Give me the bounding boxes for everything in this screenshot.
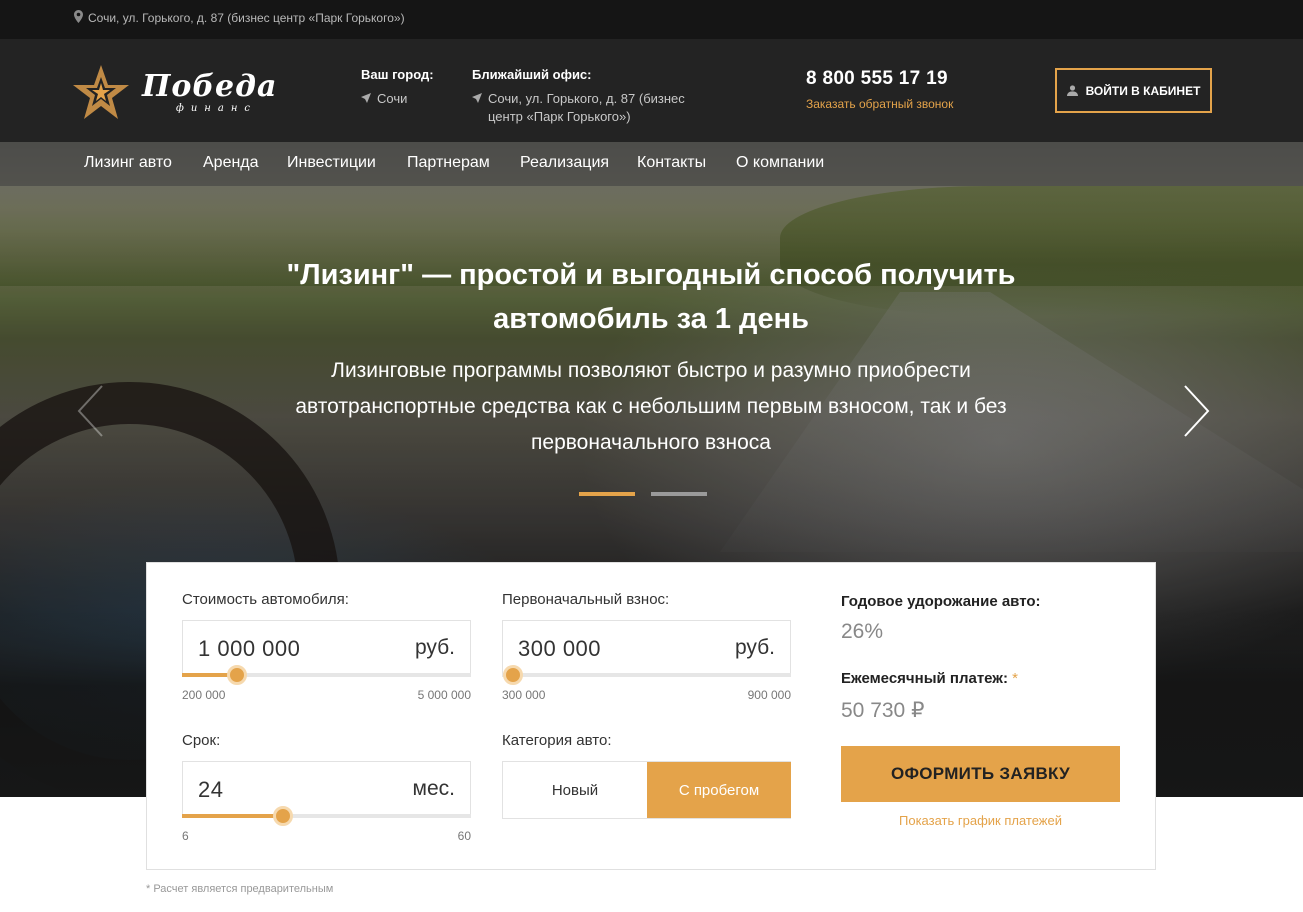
nav-item-leasing[interactable]: Лизинг авто: [84, 154, 172, 172]
monthly-label: Ежемесячный платеж:: [841, 670, 1008, 687]
category-option-new[interactable]: Новый: [503, 762, 647, 818]
cost-label: Стоимость автомобиля:: [182, 591, 349, 608]
hero-subtitle: Лизинговые программы позволяют быстро и …: [295, 359, 1007, 454]
monthly-label-row: Ежемесячный платеж: *: [841, 670, 1018, 687]
nav-item-partners[interactable]: Партнерам: [407, 154, 490, 172]
category-toggle: Новый С пробегом: [502, 761, 791, 819]
term-max: 60: [457, 829, 471, 843]
down-payment-slider[interactable]: [502, 665, 791, 685]
header: Победа финанс Ваш город: Сочи Ближайший …: [0, 39, 1303, 142]
cost-unit: руб.: [414, 636, 455, 659]
office-block: Ближайший офис: Сочи, ул. Горького, д. 8…: [472, 67, 702, 126]
down-payment-max: 900 000: [747, 688, 791, 702]
nav-item-rent[interactable]: Аренда: [203, 154, 259, 172]
payment-schedule-link[interactable]: Показать график платежей: [841, 813, 1120, 828]
nav-item-investments[interactable]: Инвестиции: [287, 154, 376, 172]
appreciation-value: 26%: [841, 620, 884, 643]
logo[interactable]: Победа финанс: [72, 63, 282, 121]
login-cabinet-label: ВОЙТИ В КАБИНЕТ: [1085, 83, 1201, 98]
cost-input[interactable]: 1 000 000 руб.: [182, 620, 471, 676]
navigation-arrow-icon: [361, 93, 371, 103]
city-value: Сочи: [377, 91, 408, 106]
nav-item-sales[interactable]: Реализация: [520, 154, 609, 172]
top-address: Сочи, ул. Горького, д. 87 (бизнес центр …: [74, 10, 405, 25]
term-min: 6: [182, 829, 189, 843]
cost-slider[interactable]: [182, 665, 471, 685]
city-selector[interactable]: Сочи: [361, 90, 434, 108]
nav-item-about[interactable]: О компании: [736, 154, 824, 172]
monthly-value: 50 730 ₽: [841, 699, 925, 722]
footnote: * Расчет является предварительным: [146, 883, 334, 895]
down-payment-value: 300 000: [518, 636, 602, 661]
login-cabinet-button[interactable]: ВОЙТИ В КАБИНЕТ: [1055, 68, 1212, 113]
term-slider[interactable]: [182, 806, 471, 826]
main-nav: Лизинг авто Аренда Инвестиции Партнерам …: [0, 142, 1303, 186]
down-payment-input[interactable]: 300 000 руб.: [502, 620, 791, 676]
user-icon: [1066, 85, 1078, 96]
phone-block: 8 800 555 17 19 Заказать обратный звонок: [806, 68, 953, 111]
navigation-arrow-icon: [472, 93, 482, 103]
leasing-calculator: Стоимость автомобиля: 1 000 000 руб. 200…: [146, 562, 1156, 870]
cost-min: 200 000: [182, 688, 226, 702]
map-pin-icon: [74, 10, 83, 23]
term-unit: мес.: [412, 777, 455, 800]
term-label: Срок:: [182, 732, 221, 749]
logo-subtitle: финанс: [176, 103, 258, 114]
category-label: Категория авто:: [502, 732, 612, 749]
slider-prev-arrow-icon[interactable]: [76, 384, 106, 438]
office-value: Сочи, ул. Горького, д. 87 (бизнес центр …: [488, 91, 685, 124]
monthly-asterisk: *: [1012, 670, 1018, 687]
office-address[interactable]: Сочи, ул. Горького, д. 87 (бизнес центр …: [472, 90, 702, 126]
term-slider-thumb[interactable]: [273, 806, 294, 826]
slider-dot-2[interactable]: [651, 492, 707, 496]
cost-slider-thumb[interactable]: [226, 665, 247, 685]
term-input[interactable]: 24 мес.: [182, 761, 471, 817]
star-logo-icon: [73, 65, 129, 119]
slider-dot-1[interactable]: [579, 492, 635, 496]
down-payment-slider-thumb[interactable]: [503, 665, 523, 685]
down-payment-label: Первоначальный взнос:: [502, 591, 670, 608]
nav-item-contacts[interactable]: Контакты: [637, 154, 706, 172]
appreciation-label: Годовое удорожание авто:: [841, 593, 1041, 610]
cost-max: 5 000 000: [417, 688, 471, 702]
city-label: Ваш город:: [361, 67, 434, 82]
term-slider-fill: [182, 814, 284, 818]
phone-number[interactable]: 8 800 555 17 19: [806, 68, 953, 90]
down-payment-min: 300 000: [502, 688, 546, 702]
down-payment-unit: руб.: [734, 636, 775, 659]
city-block: Ваш город: Сочи: [361, 67, 434, 108]
top-address-text: Сочи, ул. Горького, д. 87 (бизнес центр …: [88, 11, 405, 25]
logo-name: Победа: [142, 69, 278, 104]
hero-title: "Лизинг" — простой и выгодный способ пол…: [286, 259, 1016, 335]
cost-value: 1 000 000: [198, 636, 301, 661]
order-button[interactable]: ОФОРМИТЬ ЗАЯВКУ: [841, 746, 1120, 802]
top-bar: Сочи, ул. Горького, д. 87 (бизнес центр …: [0, 0, 1303, 39]
slider-next-arrow-icon[interactable]: [1181, 384, 1211, 438]
category-option-used[interactable]: С пробегом: [647, 762, 791, 818]
term-value: 24: [198, 777, 224, 802]
office-label: Ближайший офис:: [472, 67, 592, 82]
callback-link[interactable]: Заказать обратный звонок: [806, 97, 953, 111]
